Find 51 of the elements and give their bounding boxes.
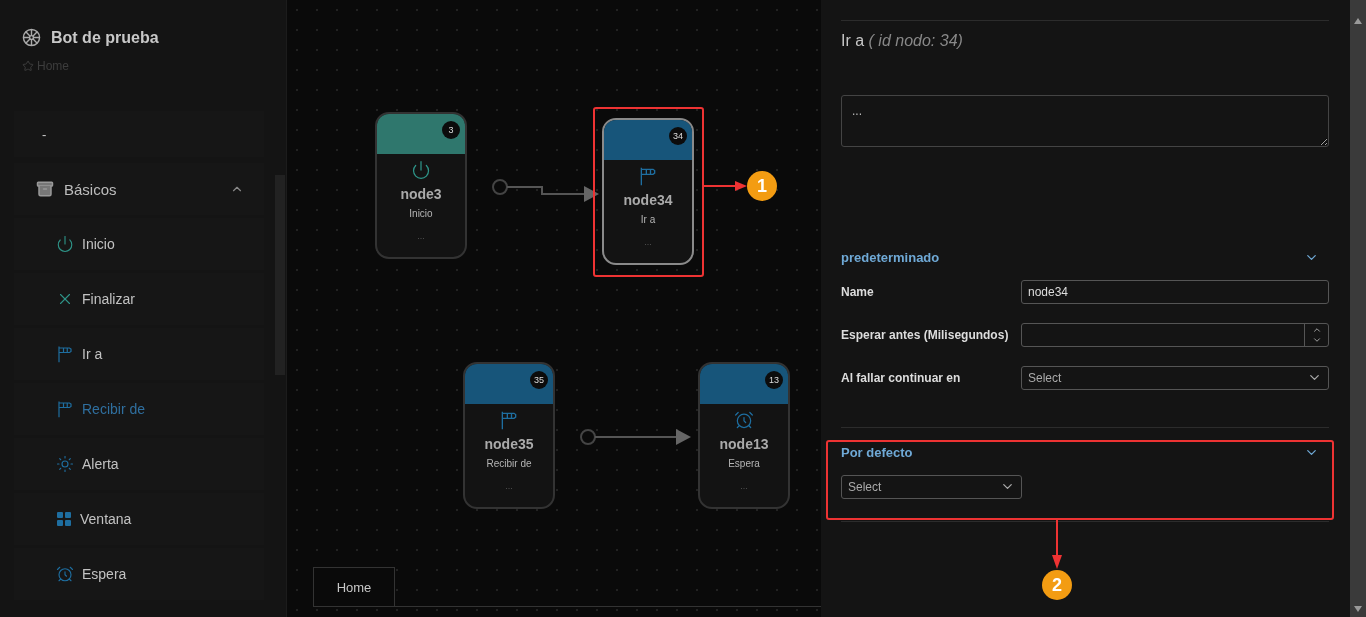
node-name: node13 [719, 436, 769, 452]
flow-node[interactable]: 35 node35 Recibir de ... [463, 362, 555, 509]
scroll-up-icon[interactable] [1354, 18, 1362, 24]
select-dropdown[interactable]: Select [841, 474, 1022, 499]
alarm-clock-icon [734, 410, 754, 430]
node-name: node3 [400, 186, 442, 202]
alarm-clock-icon [56, 565, 74, 583]
sun-icon [56, 455, 74, 473]
node-id-badge: 34 [669, 127, 687, 145]
node-id-badge: 35 [530, 371, 548, 389]
flow-node[interactable]: 13 node13 Espera ... [698, 362, 790, 509]
callout-arrow [703, 180, 747, 192]
node-type: Espera [728, 458, 760, 469]
windsock-icon [638, 166, 658, 186]
description-field[interactable]: ... [841, 95, 1329, 147]
grid-icon [56, 511, 72, 527]
node-type: Inicio [409, 208, 433, 219]
number-field[interactable] [1021, 322, 1329, 347]
field-label: Esperar antes (Milisegundos) [841, 327, 1010, 342]
select-dropdown[interactable]: Select [1021, 365, 1329, 390]
text-field[interactable]: node34 [1021, 279, 1329, 304]
canvas-tab[interactable]: Home [313, 567, 395, 606]
bot-title: Bot de prueba [51, 28, 159, 47]
node-name: node35 [484, 436, 534, 452]
section-header[interactable]: Por defecto [841, 439, 1329, 465]
node-note: ... [740, 481, 748, 491]
archive-icon [36, 180, 54, 198]
callout-arrow [1051, 519, 1063, 569]
node-note: ... [644, 237, 652, 247]
power-icon [411, 160, 431, 180]
wheel-icon [22, 28, 41, 47]
node-id-badge: 3 [442, 121, 460, 139]
node-note: ... [505, 481, 513, 491]
windsock-icon [499, 410, 519, 430]
scroll-down-icon[interactable] [1354, 606, 1362, 612]
panel-title: Ir a ( id nodo: 34) [841, 32, 964, 50]
node-name: node34 [623, 192, 673, 208]
node-type: Ir a [640, 214, 656, 225]
field-label: Al fallar continuar en [841, 370, 962, 385]
node-id-badge: 13 [765, 371, 783, 389]
flow-node[interactable]: 34 node34 Ir a ... [602, 118, 694, 265]
windsock-icon [56, 345, 74, 363]
star-icon [22, 60, 34, 72]
node-note: ... [417, 231, 425, 241]
node-type: Recibir de [486, 458, 532, 469]
power-icon [56, 235, 74, 253]
section-header[interactable]: predeterminado [841, 244, 1329, 270]
scrollbar[interactable] [1350, 0, 1366, 617]
flow-node[interactable]: 3 node3 Inicio ... [375, 112, 467, 259]
field-label: Name [841, 284, 875, 299]
windsock-icon [56, 400, 74, 418]
